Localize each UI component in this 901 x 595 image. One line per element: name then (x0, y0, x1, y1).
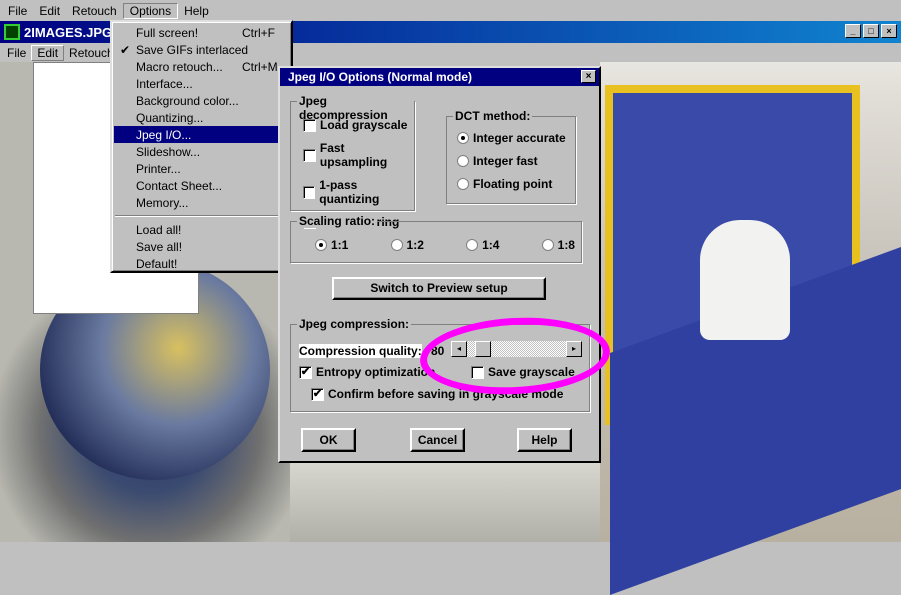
window-title: 2IMAGES.JPG: (24, 24, 117, 40)
menu-item-label: Save all! (136, 239, 183, 254)
options-menu-item[interactable]: Contact Sheet... (114, 177, 289, 194)
dct-radio[interactable]: Floating point (457, 177, 566, 191)
options-menu-item[interactable]: Printer... (114, 160, 289, 177)
scaling-radio[interactable]: 1:8 (541, 238, 575, 252)
decompression-checkbox[interactable]: Fast upsampling (303, 141, 414, 169)
radio-label: Floating point (473, 177, 553, 191)
close-button[interactable]: × (881, 24, 897, 38)
menu-item-label: Macro retouch... (136, 59, 223, 74)
options-menu-item[interactable]: Slideshow... (114, 143, 289, 160)
options-menu-item[interactable]: Save all! (114, 238, 289, 255)
radio-label: 1:4 (482, 238, 500, 252)
options-menu-item[interactable]: Full screen! Ctrl+F (114, 24, 289, 41)
dct-radio[interactable]: Integer fast (457, 154, 566, 168)
checkbox-box (303, 185, 316, 199)
checkbox-label: Load grayscale (320, 118, 408, 132)
scaling-radio[interactable]: 1:4 (466, 238, 499, 252)
menu-help[interactable]: Help (178, 4, 215, 18)
options-menu-item[interactable]: Interface... (114, 75, 289, 92)
options-menu-item[interactable]: Background color... (114, 92, 289, 109)
radio-label: 1:2 (406, 238, 424, 252)
menu-item-shortcut: Ctrl+M (242, 59, 278, 74)
entropy-label: Entropy optimization (316, 365, 436, 379)
menu-item-label: Load all! (136, 222, 182, 237)
entropy-checkbox[interactable]: ✔ Entropy optimization (299, 365, 435, 379)
dct-group: DCT method: Integer accurate Integer fast… (446, 109, 576, 204)
bottom-photo (290, 460, 610, 542)
check-icon: ✔ (120, 42, 131, 57)
menu-item-label: Slideshow... (136, 144, 201, 159)
checkbox-box (303, 148, 316, 162)
menu-item-label: Background color... (136, 93, 239, 108)
options-menu-item[interactable]: Default! (114, 255, 289, 272)
menu-item-label: Full screen! (136, 25, 199, 40)
help-button[interactable]: Help (517, 428, 572, 452)
radio-label: 1:1 (331, 238, 349, 252)
menu-item-label: Quantizing... (136, 110, 204, 125)
dct-radio[interactable]: Integer accurate (457, 131, 566, 145)
decompression-checkbox[interactable]: Load grayscale (303, 118, 414, 132)
app-icon (4, 24, 20, 40)
radio-icon (457, 178, 469, 190)
menu-item-label: Memory... (136, 195, 189, 210)
menu-edit[interactable]: Edit (33, 4, 66, 18)
jpeg-io-dialog: Jpeg I/O Options (Normal mode) × Jpeg de… (278, 66, 601, 463)
options-dropdown: Full screen! Ctrl+F ✔ Save GIFs interlaced M… (110, 20, 293, 273)
radio-icon (541, 239, 554, 251)
radio-label: 1:8 (557, 238, 575, 252)
radio-icon (457, 132, 469, 144)
decompression-checkbox[interactable]: 1-pass quantizing (303, 178, 414, 206)
dct-label: DCT method: (453, 109, 533, 123)
check-icon: ✔ (299, 365, 312, 379)
checkbox-label: Fast upsampling (319, 141, 388, 169)
compression-label: Jpeg compression: (297, 317, 412, 331)
radio-icon (466, 239, 479, 251)
dialog-close-button[interactable]: × (581, 70, 596, 83)
options-menu-item[interactable]: ✔ Save GIFs interlaced (114, 41, 289, 58)
check-icon: ✔ (311, 387, 324, 401)
menu-file[interactable]: File (2, 4, 33, 18)
radio-icon (315, 239, 327, 251)
checkbox-label: 1-pass quantizing (319, 178, 380, 206)
options-menu-item[interactable]: Memory... (114, 194, 289, 211)
checkbox-box (303, 118, 316, 132)
scaling-label: Scaling ratio: (297, 214, 378, 228)
menu-retouch[interactable]: Retouch (66, 4, 123, 18)
menu-item-label: Printer... (136, 161, 181, 176)
scaling-radio[interactable]: 1:1 (315, 238, 348, 252)
ok-button[interactable]: OK (301, 428, 356, 452)
window-menu-file[interactable]: File (2, 46, 31, 60)
switch-preview-button[interactable]: Switch to Preview setup (332, 277, 546, 300)
menu-item-shortcut: Ctrl+F (242, 25, 275, 40)
cancel-button[interactable]: Cancel (410, 428, 465, 452)
menu-item-label: Save GIFs interlaced (136, 42, 249, 57)
menu-item-label: Jpeg I/O... (136, 127, 192, 142)
minimize-button[interactable]: _ (845, 24, 861, 38)
options-menu-item[interactable]: Jpeg I/O... (114, 126, 289, 143)
options-menu-item[interactable]: Quantizing... (114, 109, 289, 126)
menubar: File Edit Retouch Options Help (0, 0, 901, 21)
radio-icon (390, 239, 403, 251)
quality-label: Compression quality: (299, 344, 422, 358)
decompression-group: Jpeg decompression Load grayscale Fast up… (290, 94, 415, 229)
menu-item-label: Default! (136, 256, 178, 271)
radio-label: Integer accurate (473, 131, 566, 145)
menu-item-label: Interface... (136, 76, 193, 91)
dialog-title: Jpeg I/O Options (Normal mode) × (280, 68, 599, 86)
window-menu-edit[interactable]: Edit (31, 44, 65, 61)
scaling-radio[interactable]: 1:2 (390, 238, 424, 252)
radio-label: Integer fast (473, 154, 538, 168)
menu-separator (115, 215, 288, 217)
maximize-button[interactable]: □ (863, 24, 879, 38)
scaling-group: Scaling ratio: 1:1 1:2 1:4 1:8 (290, 214, 582, 263)
menu-options[interactable]: Options (122, 2, 179, 19)
menu-item-label: Contact Sheet... (136, 178, 223, 193)
options-menu-item[interactable]: Macro retouch... Ctrl+M (114, 58, 289, 75)
options-menu-item[interactable]: Load all! (114, 221, 289, 238)
radio-icon (457, 155, 469, 167)
girl-image (700, 220, 790, 340)
